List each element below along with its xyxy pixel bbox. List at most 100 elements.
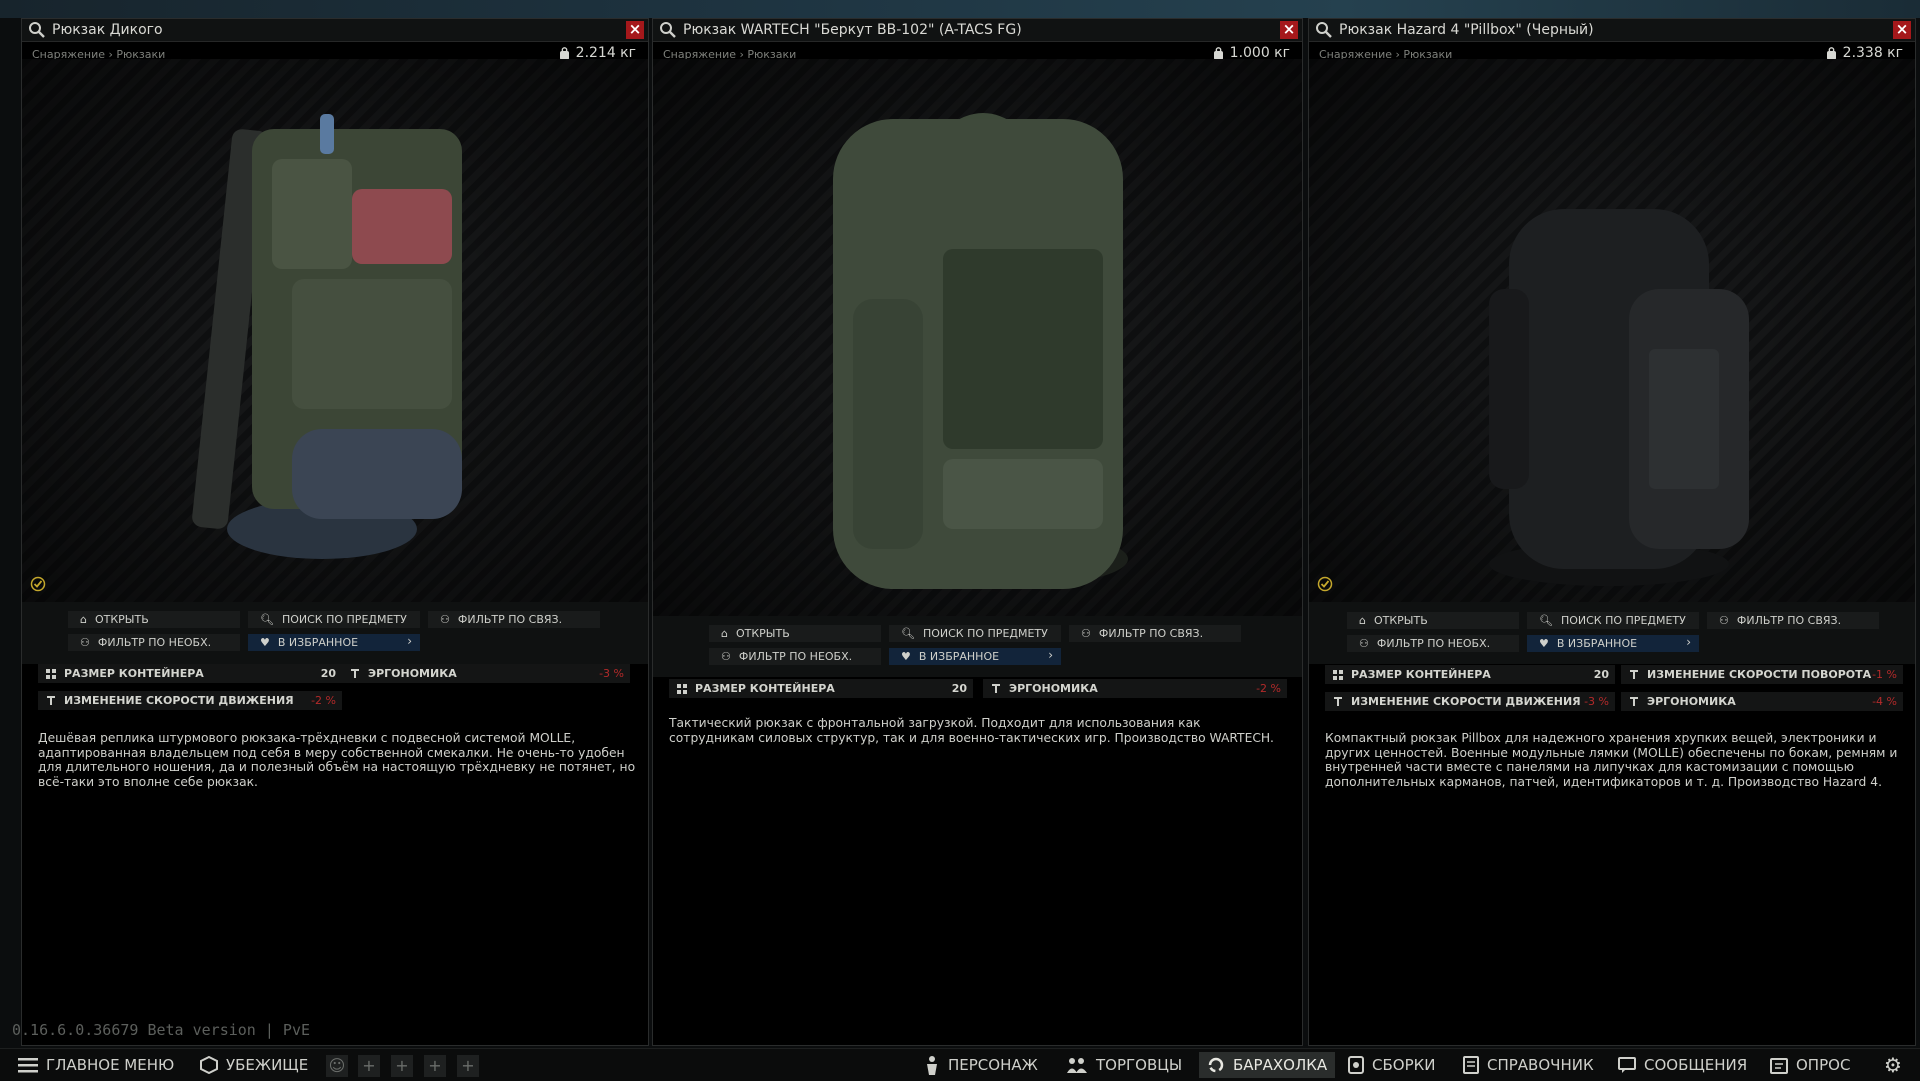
window-title-bar[interactable]: Рюкзак WARTECH "Беркут ВВ-102" (A-TACS F… bbox=[653, 19, 1302, 42]
search-icon bbox=[28, 21, 46, 39]
messages-button[interactable]: СООБЩЕНИЯ bbox=[1610, 1052, 1755, 1078]
item-actions: ⌂ ОТКРЫТЬ 🔍︎ ПОИСК ПО ПРЕДМЕТУ ⚇ ФИЛЬТР … bbox=[653, 616, 1302, 677]
item-description: Дешёвая реплика штурмового рюкзака-трёхд… bbox=[38, 731, 636, 789]
item-preview-area[interactable] bbox=[22, 59, 648, 602]
search-item-button[interactable]: 🔍︎ ПОИСК ПО ПРЕДМЕТУ bbox=[889, 625, 1061, 642]
character-button[interactable]: ПЕРСОНАЖ bbox=[916, 1052, 1046, 1078]
filter-linked-button[interactable]: ⚇ ФИЛЬТР ПО СВЯЗ. bbox=[428, 611, 600, 628]
found-in-raid-check-icon bbox=[1317, 576, 1333, 592]
backpack-image bbox=[192, 114, 462, 559]
item-inspect-window-1: Рюкзак Дикого × Снаряжение › Рюкзаки 2.2… bbox=[21, 18, 649, 1046]
open-button[interactable]: ⌂ ОТКРЫТЬ bbox=[68, 611, 240, 628]
main-menu-button[interactable]: ГЛАВНОЕ МЕНЮ bbox=[10, 1052, 182, 1078]
link-icon: ⚇ bbox=[1081, 627, 1091, 640]
window-title: Рюкзак WARTECH "Беркут ВВ-102" (A-TACS F… bbox=[683, 22, 1022, 38]
plus-icon: + bbox=[362, 1056, 376, 1075]
search-item-button[interactable]: 🔍︎ ПОИСК ПО ПРЕДМЕТУ bbox=[1527, 612, 1699, 629]
grid-icon bbox=[1333, 669, 1343, 680]
open-icon: ⌂ bbox=[721, 627, 728, 640]
flea-market-button[interactable]: БАРАХОЛКА bbox=[1199, 1052, 1336, 1078]
open-icon: ⌂ bbox=[80, 613, 87, 626]
item-preview-area[interactable] bbox=[653, 59, 1302, 616]
handbook-button[interactable]: СПРАВОЧНИК bbox=[1455, 1052, 1602, 1078]
stat-movement-speed: ИЗМЕНЕНИЕ СКОРОСТИ ДВИЖЕНИЯ -2 % bbox=[38, 691, 342, 710]
window-title-bar[interactable]: Рюкзак Дикого × bbox=[22, 19, 648, 42]
messages-icon bbox=[1618, 1057, 1636, 1073]
heart-icon: ♥ bbox=[1539, 637, 1549, 650]
plus-icon: + bbox=[461, 1056, 475, 1075]
flea-market-icon bbox=[1208, 1057, 1224, 1073]
search-item-button[interactable]: 🔍︎ ПОИСК ПО ПРЕДМЕТУ bbox=[248, 611, 420, 628]
item-preview-area[interactable] bbox=[1309, 59, 1915, 602]
heart-icon: ♥ bbox=[260, 636, 270, 649]
filter-linked-button[interactable]: ⚇ ФИЛЬТР ПО СВЯЗ. bbox=[1069, 625, 1241, 642]
magnifier-icon: 🔍︎ bbox=[901, 627, 915, 640]
quick-slot-add-2[interactable]: + bbox=[391, 1055, 413, 1077]
open-button[interactable]: ⌂ ОТКРЫТЬ bbox=[1347, 612, 1519, 629]
found-in-raid-check-icon bbox=[30, 576, 46, 592]
filter-needed-button[interactable]: ⚇ ФИЛЬТР ПО НЕОБХ. bbox=[1347, 635, 1519, 652]
stat-ergonomics: ЭРГОНОМИКА -2 % bbox=[983, 679, 1287, 698]
close-button[interactable]: × bbox=[1280, 21, 1298, 39]
stat-ergonomics: ЭРГОНОМИКА -3 % bbox=[342, 664, 630, 683]
survey-button[interactable]: ОПРОС bbox=[1762, 1052, 1858, 1078]
hideout-icon bbox=[200, 1056, 218, 1074]
gear-icon: ⚙ bbox=[1884, 1053, 1902, 1077]
add-to-favorites-button[interactable]: ♥ В ИЗБРАННОЕ › bbox=[889, 648, 1061, 665]
close-button[interactable]: × bbox=[1893, 21, 1911, 39]
plus-icon: + bbox=[395, 1056, 409, 1075]
quick-slot-add-1[interactable]: + bbox=[358, 1055, 380, 1077]
link-icon: ⚇ bbox=[1719, 614, 1729, 627]
item-description: Тактический рюкзак с фронтальной загрузк… bbox=[669, 716, 1274, 745]
quick-slot-add-3[interactable]: + bbox=[424, 1055, 446, 1077]
stat-container-size: РАЗМЕР КОНТЕЙНЕРА 20 bbox=[1325, 665, 1615, 684]
window-title: Рюкзак Hazard 4 "Pillbox" (Черный) bbox=[1339, 22, 1594, 38]
item-description: Компактный рюкзак Pillbox для надежного … bbox=[1325, 731, 1898, 789]
item-actions: ⌂ ОТКРЫТЬ 🔍︎ ПОИСК ПО ПРЕДМЕТУ ⚇ ФИЛЬТР … bbox=[1309, 602, 1915, 664]
bottom-navigation-bar: ГЛАВНОЕ МЕНЮ УБЕЖИЩЕ ☺ + + + + ПЕРСОНАЖ … bbox=[0, 1048, 1920, 1081]
traders-icon bbox=[1067, 1058, 1087, 1073]
close-button[interactable]: × bbox=[626, 21, 644, 39]
window-title-bar[interactable]: Рюкзак Hazard 4 "Pillbox" (Черный) × bbox=[1309, 19, 1915, 42]
chevron-right-icon: › bbox=[407, 634, 412, 648]
stat-container-size: РАЗМЕР КОНТЕЙНЕРА 20 bbox=[669, 679, 973, 698]
window-title: Рюкзак Дикого bbox=[52, 22, 163, 38]
handbook-icon bbox=[1463, 1056, 1479, 1074]
weight-icon bbox=[1213, 46, 1223, 60]
stat-icon bbox=[991, 683, 1001, 694]
add-to-favorites-button[interactable]: ♥ В ИЗБРАННОЕ › bbox=[248, 634, 420, 651]
open-button[interactable]: ⌂ ОТКРЫТЬ bbox=[709, 625, 881, 642]
stat-icon bbox=[46, 695, 56, 706]
stat-container-size: РАЗМЕР КОНТЕЙНЕРА 20 bbox=[38, 664, 342, 683]
stat-movement-speed: ИЗМЕНЕНИЕ СКОРОСТИ ДВИЖЕНИЯ -3 % bbox=[1325, 692, 1615, 711]
character-icon bbox=[927, 1056, 937, 1075]
hamburger-icon bbox=[18, 1058, 38, 1073]
chevron-right-icon: › bbox=[1048, 648, 1053, 662]
builds-button[interactable]: СБОРКИ bbox=[1340, 1052, 1444, 1078]
backpack-image bbox=[1489, 209, 1749, 586]
traders-button[interactable]: ТОРГОВЦЫ bbox=[1058, 1052, 1190, 1078]
builds-icon bbox=[1348, 1056, 1364, 1074]
chevron-right-icon: › bbox=[1686, 635, 1691, 649]
link-icon: ⚇ bbox=[1359, 637, 1369, 650]
filter-needed-button[interactable]: ⚇ ФИЛЬТР ПО НЕОБХ. bbox=[68, 634, 240, 651]
quick-slot-add-4[interactable]: + bbox=[457, 1055, 479, 1077]
filter-linked-button[interactable]: ⚇ ФИЛЬТР ПО СВЯЗ. bbox=[1707, 612, 1879, 629]
weight-icon bbox=[559, 46, 569, 60]
search-icon bbox=[1315, 21, 1333, 39]
add-to-favorites-button[interactable]: ♥ В ИЗБРАННОЕ › bbox=[1527, 635, 1699, 652]
item-inspect-window-3: Рюкзак Hazard 4 "Pillbox" (Черный) × Сна… bbox=[1308, 18, 1916, 1046]
stat-icon bbox=[1333, 696, 1343, 707]
item-inspect-window-2: Рюкзак WARTECH "Беркут ВВ-102" (A-TACS F… bbox=[652, 18, 1303, 1046]
open-icon: ⌂ bbox=[1359, 614, 1366, 627]
stat-ergonomics: ЭРГОНОМИКА -4 % bbox=[1621, 692, 1903, 711]
plus-icon: + bbox=[428, 1056, 442, 1075]
filter-needed-button[interactable]: ⚇ ФИЛЬТР ПО НЕОБХ. bbox=[709, 648, 881, 665]
hideout-button[interactable]: УБЕЖИЩЕ bbox=[192, 1052, 316, 1078]
stat-icon bbox=[350, 668, 360, 679]
item-actions: ⌂ ОТКРЫТЬ 🔍︎ ПОИСК ПО ПРЕДМЕТУ ⚇ ФИЛЬТР … bbox=[22, 602, 648, 664]
survey-icon bbox=[1770, 1058, 1788, 1074]
quick-slot-profile[interactable]: ☺ bbox=[326, 1055, 348, 1077]
weight-icon bbox=[1826, 46, 1836, 60]
settings-button[interactable]: ⚙ bbox=[1876, 1052, 1910, 1078]
